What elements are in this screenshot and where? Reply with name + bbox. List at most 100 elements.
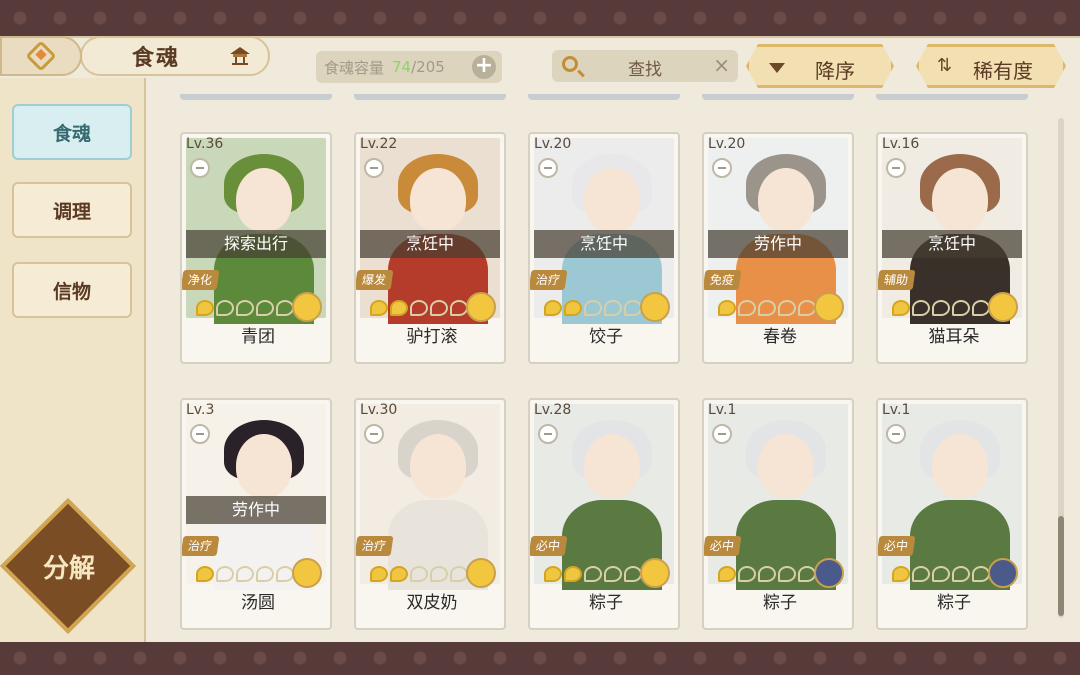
food-soul-card[interactable]: Lv.20 烹饪中 治疗 饺子 bbox=[528, 132, 680, 364]
food-soul-card[interactable]: Lv.30 治疗 双皮奶 bbox=[354, 398, 506, 630]
level-label: Lv.36 bbox=[186, 136, 224, 152]
star-rating bbox=[892, 566, 990, 582]
role-badge: 治疗 bbox=[530, 270, 568, 290]
portrait-face bbox=[932, 434, 988, 498]
scrollbar-thumb[interactable] bbox=[1058, 516, 1064, 616]
bowl-icon bbox=[886, 158, 906, 178]
tab-tokens[interactable]: 信物 bbox=[12, 262, 132, 318]
star-rating bbox=[718, 566, 816, 582]
portrait-face bbox=[410, 168, 466, 232]
decompose-label: 分解 bbox=[42, 554, 95, 584]
star-icon bbox=[390, 566, 408, 582]
rarity-medal-icon bbox=[640, 292, 670, 322]
star-rating bbox=[544, 566, 642, 582]
level-label: Lv.20 bbox=[534, 136, 572, 152]
role-badge: 免疫 bbox=[704, 270, 742, 290]
star-icon bbox=[758, 566, 776, 582]
star-icon bbox=[778, 300, 796, 316]
portrait-face bbox=[410, 434, 466, 498]
rarity-sort-button[interactable]: ⇅ 稀有度 bbox=[916, 44, 1066, 88]
star-icon bbox=[544, 566, 562, 582]
star-rating bbox=[370, 300, 468, 316]
tab-food-souls[interactable]: 食魂 bbox=[12, 104, 132, 160]
portrait-face bbox=[758, 168, 814, 232]
food-soul-name: 青团 bbox=[241, 327, 275, 347]
bowl-icon bbox=[712, 158, 732, 178]
food-soul-card[interactable]: Lv.36 探索出行 净化 青团 bbox=[180, 132, 332, 364]
rarity-sort-label: 稀有度 bbox=[973, 59, 1033, 83]
rarity-medal-icon bbox=[466, 558, 496, 588]
food-soul-name: 汤圆 bbox=[241, 593, 275, 613]
star-icon bbox=[718, 300, 736, 316]
bowl-icon bbox=[712, 424, 732, 444]
star-icon bbox=[718, 566, 736, 582]
food-soul-card[interactable]: Lv.1 必中 粽子 bbox=[876, 398, 1028, 630]
search-input[interactable]: 查找 × bbox=[552, 50, 738, 82]
star-rating bbox=[196, 566, 294, 582]
role-badge: 净化 bbox=[182, 270, 220, 290]
bowl-icon bbox=[538, 158, 558, 178]
food-soul-card[interactable]: Lv.20 劳作中 免疫 春卷 bbox=[702, 132, 854, 364]
capacity-display: 食魂容量 74/205 + bbox=[316, 51, 502, 83]
page-title: 食魂 bbox=[132, 45, 181, 71]
tab-conditioning[interactable]: 调理 bbox=[12, 182, 132, 238]
star-icon bbox=[196, 566, 214, 582]
add-capacity-button[interactable]: + bbox=[472, 55, 496, 79]
food-soul-name: 粽子 bbox=[589, 593, 623, 613]
star-icon bbox=[738, 566, 756, 582]
star-icon bbox=[604, 566, 622, 582]
star-rating bbox=[370, 566, 468, 582]
star-rating bbox=[196, 300, 294, 316]
role-badge: 治疗 bbox=[182, 536, 220, 556]
previous-row-edge bbox=[180, 94, 332, 100]
food-soul-name: 粽子 bbox=[937, 593, 971, 613]
star-icon bbox=[430, 566, 448, 582]
food-soul-card[interactable]: Lv.3 劳作中 治疗 汤圆 bbox=[180, 398, 332, 630]
food-soul-name: 春卷 bbox=[763, 327, 797, 347]
star-icon bbox=[892, 566, 910, 582]
swap-arrows-icon: ⇅ bbox=[937, 55, 953, 76]
star-rating bbox=[718, 300, 816, 316]
bowl-icon bbox=[190, 158, 210, 178]
star-icon bbox=[236, 566, 254, 582]
portrait-face bbox=[236, 168, 292, 232]
bowl-icon bbox=[538, 424, 558, 444]
star-icon bbox=[216, 300, 234, 316]
food-soul-card[interactable]: Lv.28 必中粽子 bbox=[528, 398, 680, 630]
star-icon bbox=[778, 566, 796, 582]
star-icon bbox=[390, 300, 408, 316]
star-icon bbox=[564, 566, 582, 582]
back-button[interactable] bbox=[0, 36, 82, 76]
level-label: Lv.16 bbox=[882, 136, 920, 152]
star-icon bbox=[738, 300, 756, 316]
portrait-face bbox=[236, 434, 292, 498]
star-icon bbox=[256, 566, 274, 582]
star-icon bbox=[216, 566, 234, 582]
previous-row-edge bbox=[876, 94, 1028, 100]
star-icon bbox=[912, 566, 930, 582]
star-rating bbox=[892, 300, 990, 316]
food-soul-card[interactable]: Lv.22 烹饪中爆发驴打滚 bbox=[354, 132, 506, 364]
role-badge: 必中 bbox=[530, 536, 568, 556]
level-label: Lv.1 bbox=[882, 402, 911, 418]
star-icon bbox=[256, 300, 274, 316]
food-soul-name: 驴打滚 bbox=[406, 327, 458, 347]
star-icon bbox=[196, 300, 214, 316]
rarity-medal-icon bbox=[466, 292, 496, 322]
rarity-medal-icon bbox=[988, 558, 1018, 588]
level-label: Lv.22 bbox=[360, 136, 398, 152]
clear-search-icon[interactable]: × bbox=[713, 53, 730, 77]
rarity-medal-icon bbox=[988, 292, 1018, 322]
star-icon bbox=[932, 300, 950, 316]
food-soul-name: 饺子 bbox=[589, 327, 623, 347]
level-label: Lv.3 bbox=[186, 402, 215, 418]
role-badge: 爆发 bbox=[356, 270, 394, 290]
bowl-icon bbox=[364, 424, 384, 444]
food-soul-card[interactable]: Lv.1 必中 粽子 bbox=[702, 398, 854, 630]
food-soul-card[interactable]: Lv.16 烹饪中 辅助 猫耳朵 bbox=[876, 132, 1028, 364]
level-label: Lv.28 bbox=[534, 402, 572, 418]
status-banner: 烹饪中 bbox=[360, 230, 500, 258]
sort-order-button[interactable]: 降序 bbox=[746, 44, 894, 88]
pavilion-icon[interactable] bbox=[228, 44, 252, 66]
search-label: 查找 bbox=[628, 60, 662, 80]
